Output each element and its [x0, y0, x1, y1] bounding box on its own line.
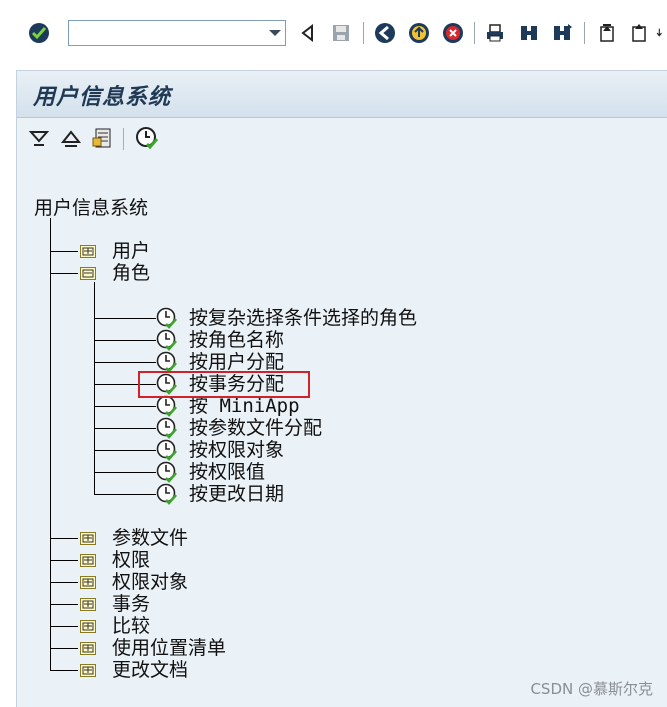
- tree-root-label[interactable]: 用户信息系统: [34, 197, 148, 219]
- execute-clock-icon[interactable]: [156, 461, 178, 483]
- tree-node-where-used[interactable]: 使用位置清单: [112, 637, 226, 659]
- role-report-by-name[interactable]: 按角色名称: [189, 329, 284, 351]
- tree-node-users[interactable]: 用户: [112, 240, 150, 262]
- selection-highlight: [138, 371, 310, 398]
- folder-closed-icon[interactable]: [80, 245, 96, 258]
- tree-node-change-documents[interactable]: 更改文档: [112, 659, 188, 681]
- role-report-by-change-date[interactable]: 按更改日期: [189, 483, 284, 505]
- execute-clock-icon[interactable]: [156, 329, 178, 351]
- role-report-by-auth-object[interactable]: 按权限对象: [189, 439, 284, 461]
- execute-clock-icon[interactable]: [156, 395, 178, 417]
- execute-clock-icon[interactable]: [156, 439, 178, 461]
- role-report-by-auth-value[interactable]: 按权限值: [189, 461, 265, 483]
- execute-clock-icon[interactable]: [156, 417, 178, 439]
- folder-closed-icon[interactable]: [80, 620, 96, 633]
- tree-node-comparisons[interactable]: 比较: [112, 615, 150, 637]
- tree-view: 用户信息系统 用户 角色 按复杂选择条件选择的角色 按角色名称 按用户分配 按事…: [0, 0, 667, 707]
- folder-closed-icon[interactable]: [80, 554, 96, 567]
- tree-node-auth-objects[interactable]: 权限对象: [112, 571, 188, 593]
- folder-open-icon[interactable]: [80, 267, 96, 280]
- role-report-by-miniapp[interactable]: 按 MiniApp: [189, 395, 300, 417]
- watermark: CSDN @慕斯尔克: [530, 680, 653, 698]
- folder-closed-icon[interactable]: [80, 598, 96, 611]
- execute-clock-icon[interactable]: [156, 483, 178, 505]
- role-report-complex-selection[interactable]: 按复杂选择条件选择的角色: [189, 307, 417, 329]
- folder-closed-icon[interactable]: [80, 664, 96, 677]
- tree-node-profiles[interactable]: 参数文件: [112, 527, 188, 549]
- execute-clock-icon[interactable]: [156, 307, 178, 329]
- folder-closed-icon[interactable]: [80, 642, 96, 655]
- tree-node-roles[interactable]: 角色: [112, 262, 150, 284]
- tree-node-authorizations[interactable]: 权限: [112, 549, 150, 571]
- role-report-by-profile[interactable]: 按参数文件分配: [189, 417, 322, 439]
- tree-node-transactions[interactable]: 事务: [112, 593, 150, 615]
- execute-clock-icon[interactable]: [156, 351, 178, 373]
- folder-closed-icon[interactable]: [80, 576, 96, 589]
- folder-closed-icon[interactable]: [80, 532, 96, 545]
- role-report-by-user-assignment[interactable]: 按用户分配: [189, 351, 284, 373]
